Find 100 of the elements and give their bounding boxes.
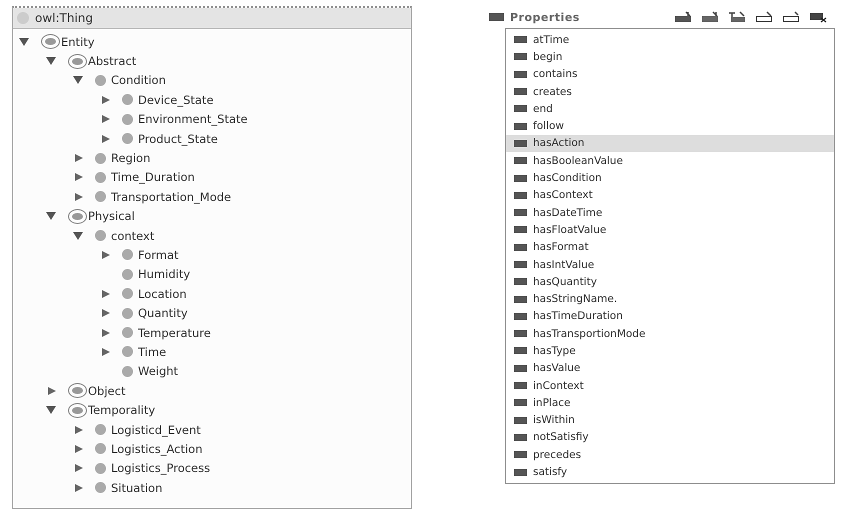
panel-title: Properties bbox=[510, 10, 580, 24]
class-label[interactable]: Time bbox=[138, 344, 166, 359]
property-icon[interactable] bbox=[782, 11, 800, 23]
property-item[interactable]: hasCondition bbox=[506, 169, 834, 187]
add-property-icon[interactable] bbox=[728, 11, 746, 23]
class-label[interactable]: context bbox=[111, 228, 154, 243]
expand-arrow-icon[interactable] bbox=[102, 134, 110, 143]
class-label[interactable]: Temporality bbox=[88, 403, 156, 418]
property-item[interactable]: hasType bbox=[506, 342, 834, 360]
delete-property-icon[interactable] bbox=[809, 11, 827, 23]
class-label[interactable]: Product_State bbox=[138, 132, 218, 146]
expand-arrow-icon[interactable] bbox=[75, 444, 83, 453]
property-item[interactable]: contains bbox=[506, 66, 834, 83]
expand-arrow-icon[interactable] bbox=[102, 309, 110, 318]
property-item[interactable]: hasQuantity bbox=[506, 273, 834, 290]
class-label[interactable]: Logistics_Process bbox=[111, 461, 210, 476]
expand-arrow-icon[interactable] bbox=[75, 154, 83, 162]
property-icon bbox=[514, 88, 527, 96]
property-icon bbox=[514, 278, 527, 286]
class-label[interactable]: Device_State bbox=[138, 92, 214, 107]
property-item[interactable]: isWithin bbox=[506, 412, 834, 429]
property-item[interactable]: creates bbox=[506, 82, 834, 100]
expand-arrow-icon[interactable] bbox=[48, 386, 56, 395]
property-item[interactable]: hasBooleanValue bbox=[506, 152, 834, 170]
property-item[interactable]: inPlace bbox=[506, 394, 834, 412]
property-item[interactable]: precedes bbox=[506, 446, 834, 464]
property-icon bbox=[514, 451, 527, 458]
class-label[interactable]: Humidity bbox=[138, 267, 190, 282]
root-class-label[interactable]: owl:Thing bbox=[35, 11, 94, 25]
property-item[interactable]: hasStringName. bbox=[506, 290, 834, 308]
expand-arrow-icon[interactable] bbox=[102, 290, 110, 298]
property-item[interactable]: hasTransportionMode bbox=[506, 325, 834, 342]
expand-arrow-icon[interactable] bbox=[102, 250, 110, 259]
expand-arrow-icon[interactable] bbox=[102, 96, 110, 104]
collapse-arrow-icon[interactable] bbox=[46, 212, 56, 220]
property-icon bbox=[514, 330, 527, 338]
property-icon bbox=[514, 399, 527, 406]
class-label[interactable]: Weight bbox=[138, 364, 178, 378]
property-icon bbox=[514, 382, 527, 390]
property-item[interactable]: hasTimeDuration bbox=[506, 308, 834, 326]
property-icon bbox=[514, 157, 527, 164]
class-label[interactable]: Logistics_Action bbox=[111, 442, 203, 456]
class-label[interactable]: Environment_State bbox=[138, 112, 248, 126]
expand-arrow-icon[interactable] bbox=[75, 173, 83, 182]
property-item[interactable]: inContext bbox=[506, 376, 834, 394]
property-item[interactable]: hasIntValue bbox=[506, 256, 834, 274]
class-label[interactable]: Temperature bbox=[138, 326, 211, 340]
property-icon[interactable] bbox=[755, 11, 773, 23]
class-label[interactable]: Physical bbox=[88, 209, 135, 224]
expand-arrow-icon[interactable] bbox=[102, 328, 110, 337]
collapse-arrow-icon[interactable] bbox=[73, 76, 83, 84]
class-label[interactable]: Condition bbox=[111, 73, 166, 88]
property-item[interactable]: begin bbox=[506, 48, 834, 66]
property-item[interactable]: atTime bbox=[506, 31, 834, 48]
add-property-icon[interactable] bbox=[674, 11, 692, 23]
property-icon bbox=[514, 53, 527, 60]
expand-arrow-icon[interactable] bbox=[102, 348, 110, 356]
class-label[interactable]: Object bbox=[88, 384, 126, 398]
class-label[interactable]: Transportation_Mode bbox=[111, 190, 232, 204]
collapse-arrow-icon[interactable] bbox=[73, 232, 83, 240]
property-icon bbox=[514, 434, 527, 441]
add-property-icon[interactable] bbox=[701, 11, 719, 23]
property-item[interactable]: hasContext bbox=[506, 186, 834, 204]
expand-arrow-icon[interactable] bbox=[75, 192, 83, 201]
class-label[interactable]: Logisticd_Event bbox=[111, 422, 201, 436]
collapse-arrow-icon[interactable] bbox=[46, 406, 56, 414]
property-icon bbox=[489, 13, 504, 21]
property-item[interactable]: notSatisfiy bbox=[506, 428, 834, 446]
class-label[interactable]: Abstract bbox=[88, 54, 136, 68]
class-label[interactable]: Region bbox=[111, 151, 150, 166]
property-item[interactable]: hasDateTime bbox=[506, 204, 834, 222]
class-label[interactable]: Time_Duration bbox=[111, 170, 195, 184]
collapse-arrow-icon[interactable] bbox=[19, 38, 29, 46]
property-icon bbox=[514, 140, 527, 147]
property-icon bbox=[514, 192, 527, 199]
property-icon bbox=[514, 70, 527, 78]
property-icon bbox=[514, 122, 527, 130]
class-label[interactable]: Quantity bbox=[138, 306, 188, 320]
property-item[interactable]: hasFormat bbox=[506, 238, 834, 256]
expand-arrow-icon[interactable] bbox=[102, 115, 110, 124]
property-icon bbox=[514, 261, 527, 268]
class-label[interactable]: Situation bbox=[111, 480, 162, 495]
class-label[interactable]: Entity bbox=[61, 34, 95, 49]
expand-arrow-icon[interactable] bbox=[75, 484, 83, 492]
expand-arrow-icon[interactable] bbox=[75, 426, 83, 434]
property-icon bbox=[514, 312, 527, 320]
property-item[interactable]: hasValue bbox=[506, 360, 834, 377]
property-item[interactable]: follow bbox=[506, 117, 834, 135]
property-item[interactable]: hasAction bbox=[506, 134, 834, 152]
property-icon bbox=[514, 36, 527, 44]
property-item[interactable]: satisfy bbox=[506, 463, 834, 481]
property-item[interactable]: end bbox=[506, 100, 834, 118]
property-item[interactable]: hasFloatValue bbox=[506, 221, 834, 239]
property-icon bbox=[514, 296, 527, 303]
property-icon bbox=[514, 174, 527, 182]
property-icon bbox=[514, 209, 527, 216]
collapse-arrow-icon[interactable] bbox=[46, 57, 56, 66]
class-label[interactable]: Location bbox=[138, 286, 187, 301]
class-label[interactable]: Format bbox=[138, 248, 179, 262]
expand-arrow-icon[interactable] bbox=[75, 464, 83, 472]
